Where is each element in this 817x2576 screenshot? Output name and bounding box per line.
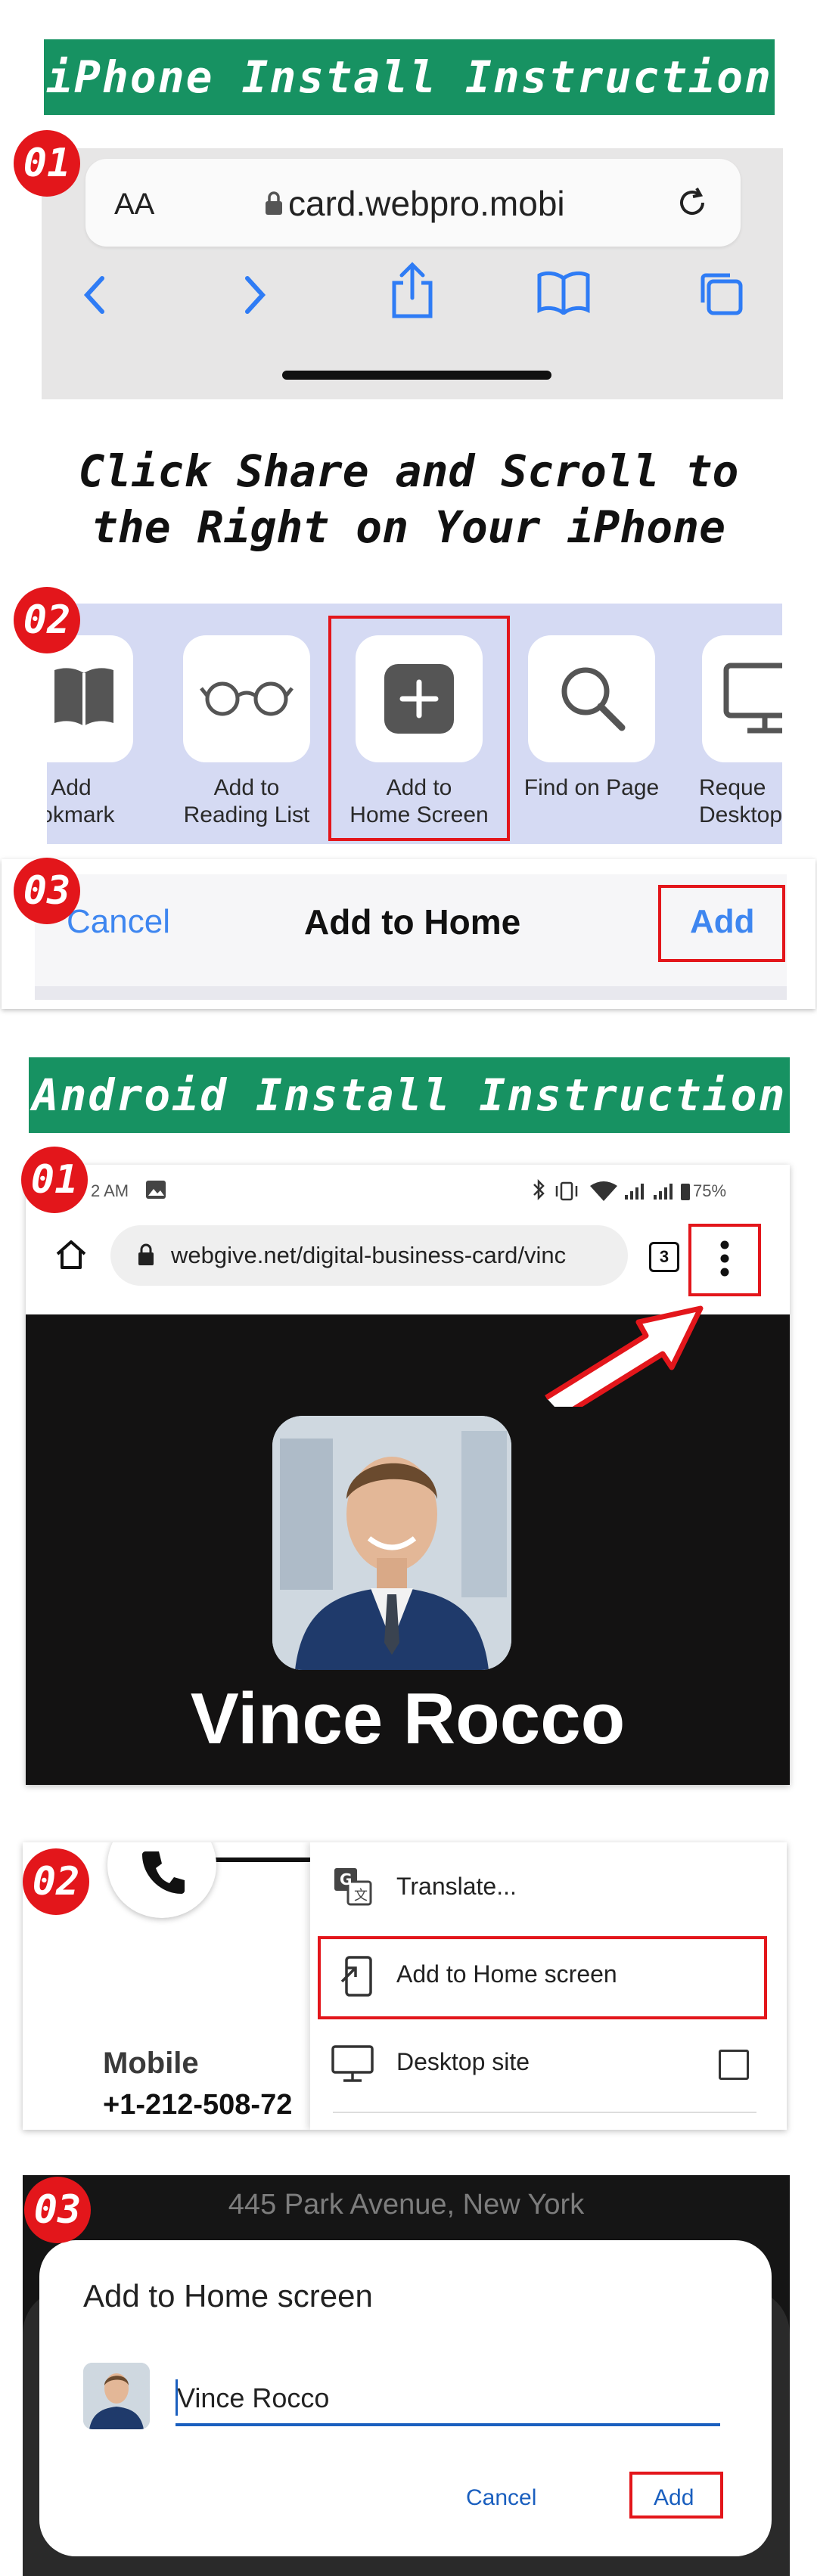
ios-step-2-badge: 02 [14, 587, 80, 653]
url-text: card.webpro.mobi [288, 184, 565, 223]
share-item-find-on-page[interactable] [528, 635, 655, 762]
contact-label: Mobile [103, 2047, 199, 2080]
browser-overflow-menu: G文 Translate... Add to Home screen Deskt… [310, 1842, 787, 2130]
app-icon-thumbnail [83, 2363, 150, 2429]
ios-add-to-home-title: Add to Home [304, 902, 521, 942]
share-item-request-desktop[interactable] [702, 635, 782, 762]
bookmarks-icon[interactable] [536, 269, 591, 318]
call-button[interactable] [107, 1842, 216, 1918]
ios-caption-line-2: the Right on Your iPhone [91, 501, 726, 553]
android-step-3-badge: 03 [24, 2177, 91, 2243]
android-add-to-home-dialog-screenshot: 445 Park Avenue, New York Add to Home sc… [23, 2175, 790, 2576]
android-step-2-badge: 02 [23, 1848, 89, 1915]
android-step-1-badge: 01 [21, 1147, 88, 1213]
android-cancel-button[interactable]: Cancel [466, 2485, 536, 2511]
android-url-text: webgive.net/digital-business-card/vinc [171, 1242, 567, 1268]
add-to-home-dialog: Add to Home screen Vince Rocco Cancel Ad… [39, 2240, 772, 2556]
tabs-icon[interactable] [697, 269, 745, 321]
pointer-arrow [533, 1286, 714, 1418]
forward-icon[interactable] [240, 272, 270, 321]
reload-icon[interactable] [674, 185, 710, 225]
magnifier-icon [555, 661, 631, 740]
highlight-add-to-home-screen-android [318, 1936, 767, 2019]
desktop-site-checkbox[interactable] [719, 2050, 749, 2080]
address-text: 445 Park Avenue, New York [228, 2189, 585, 2221]
share-item-bookmark[interactable] [47, 635, 133, 762]
status-time: 2 AM [91, 1181, 129, 1200]
home-icon[interactable] [53, 1237, 89, 1274]
back-icon[interactable] [79, 272, 110, 321]
ios-nav-bar-shadow [35, 986, 787, 1000]
ios-add-to-home-bar: Cancel Add to Home Add [2, 859, 815, 1009]
android-browser-screenshot: 2 AM 75% webgive.net/digital-business-ca… [26, 1165, 790, 1785]
translate-icon: G文 [333, 1867, 372, 1910]
profile-photo [272, 1416, 511, 1670]
ios-safari-bar-screenshot: AA card.webpro.mobi [42, 148, 783, 399]
contact-phone[interactable]: +1-212-508-72 [103, 2089, 292, 2121]
android-address-bar[interactable]: webgive.net/digital-business-card/vinc [110, 1225, 628, 1286]
menu-divider [333, 2112, 756, 2113]
phone-icon [139, 1848, 188, 1901]
highlight-android-add [629, 2472, 723, 2519]
ios-banner: iPhone Install Instruction [44, 39, 775, 115]
home-indicator [282, 371, 551, 380]
highlight-ios-add [658, 885, 785, 962]
shortcut-name-input[interactable]: Vince Rocco [176, 2370, 720, 2426]
menu-desktop-site[interactable]: Desktop site [396, 2048, 530, 2076]
svg-text:G: G [340, 1870, 352, 1889]
book-icon [50, 666, 118, 733]
dialog-title: Add to Home screen [83, 2278, 373, 2314]
share-label-find-on-page: Find on Page [523, 775, 660, 800]
share-label-bookmark: Add ookmark [47, 775, 115, 827]
ios-step-1-badge: 01 [14, 130, 80, 197]
highlight-add-to-home-screen [328, 616, 510, 841]
ios-share-sheet-row: Add ookmark Add to Reading List Add to H… [47, 604, 782, 844]
shortcut-name-value: Vince Rocco [177, 2382, 330, 2413]
menu-translate[interactable]: Translate... [396, 1873, 517, 1901]
android-banner: Android Install Instruction [29, 1057, 790, 1133]
safari-address-bar[interactable]: AA card.webpro.mobi [85, 159, 741, 247]
text-size-button[interactable]: AA [114, 188, 154, 222]
glasses-icon [198, 679, 295, 722]
share-label-reading-list: Add to Reading List [183, 775, 310, 827]
lock-icon [264, 191, 284, 220]
battery-percent: 75% [693, 1181, 727, 1200]
monitor-icon [723, 663, 782, 739]
lock-icon [138, 1243, 154, 1270]
ios-caption-line-1: Click Share and Scroll to [78, 445, 739, 497]
tabs-count-button[interactable]: 3 [649, 1242, 679, 1272]
ios-step-3-badge: 03 [14, 858, 80, 924]
share-icon[interactable] [388, 262, 436, 323]
image-notification-icon [145, 1180, 166, 1203]
desktop-icon [331, 2045, 374, 2087]
share-label-request-desktop: Reque Desktop [699, 775, 782, 827]
share-item-reading-list[interactable] [183, 635, 310, 762]
ios-cancel-button[interactable]: Cancel [67, 903, 170, 941]
text-cursor [176, 2379, 178, 2416]
android-menu-screenshot: Mobile +1-212-508-72 G文 Translate... Add… [23, 1842, 787, 2130]
svg-text:文: 文 [354, 1888, 368, 1904]
profile-name: Vince Rocco [190, 1678, 626, 1759]
